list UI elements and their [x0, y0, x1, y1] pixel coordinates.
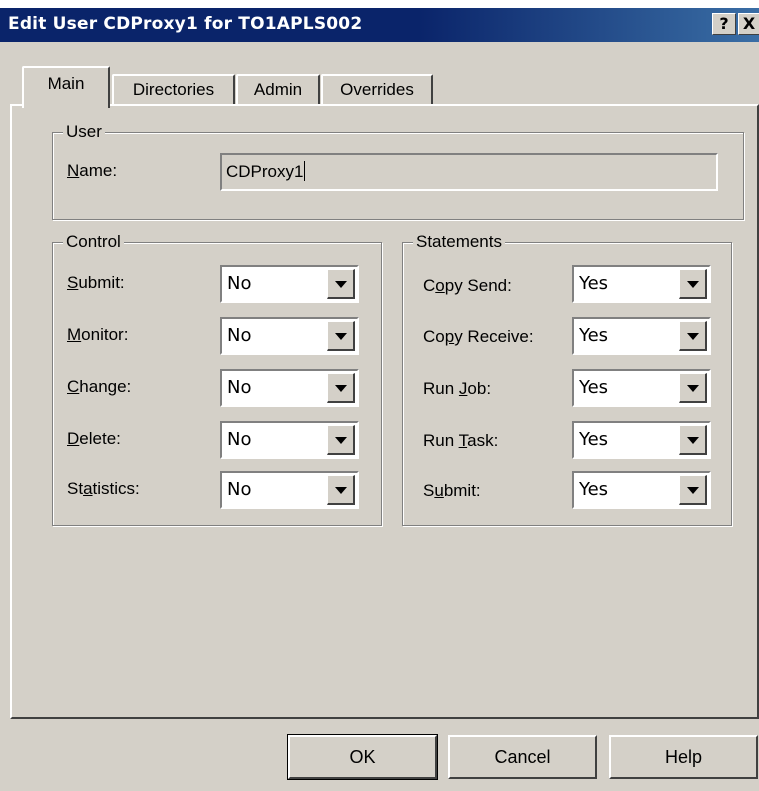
control-group-title: Control — [63, 231, 124, 253]
tab-directories-label: Directories — [132, 80, 215, 99]
statement-submit-select[interactable]: Yes — [572, 471, 711, 509]
tab-main-label: Main — [47, 74, 85, 93]
help-icon[interactable]: ? — [712, 13, 736, 35]
chevron-down-icon — [335, 437, 347, 444]
monitor-label: Monitor: — [67, 325, 129, 344]
copy-receive-select[interactable]: Yes — [572, 317, 711, 355]
statement-submit-select-value: Yes — [579, 479, 609, 500]
user-group: User Name: CDProxy1 — [52, 121, 744, 220]
tab-overrides-label: Overrides — [340, 80, 414, 99]
chevron-down-icon — [687, 333, 699, 340]
dropdown-button[interactable] — [327, 475, 355, 505]
chevron-down-icon — [335, 487, 347, 494]
change-select-value: No — [227, 377, 252, 398]
delete-select-value: No — [227, 429, 252, 450]
chevron-down-icon — [335, 333, 347, 340]
statistics-select-value: No — [227, 479, 252, 500]
help-button[interactable]: Help — [609, 735, 758, 779]
chevron-down-icon — [687, 281, 699, 288]
chevron-down-icon — [335, 281, 347, 288]
control-group: Control Submit: No Monitor: No Change: N… — [52, 231, 382, 526]
name-field[interactable]: CDProxy1 — [220, 153, 718, 191]
dropdown-button[interactable] — [679, 475, 707, 505]
copy-send-label: Copy Send: — [423, 276, 512, 295]
dropdown-button[interactable] — [327, 373, 355, 403]
delete-select[interactable]: No — [220, 421, 359, 459]
statistics-label: Statistics: — [67, 479, 140, 498]
name-label: Name: — [67, 161, 118, 180]
dropdown-button[interactable] — [679, 269, 707, 299]
tab-admin-label: Admin — [253, 80, 303, 99]
chevron-down-icon — [687, 487, 699, 494]
run-job-select-value: Yes — [579, 377, 609, 398]
tab-main[interactable]: Main — [22, 66, 110, 108]
chevron-down-icon — [687, 437, 699, 444]
text-caret — [304, 161, 306, 181]
run-job-label: Run Job: — [423, 379, 492, 398]
statement-submit-label: Submit: — [423, 481, 481, 500]
copy-send-select-value: Yes — [579, 273, 609, 294]
run-task-select[interactable]: Yes — [572, 421, 711, 459]
statements-group: Statements Copy Send: Yes Copy Receive: … — [402, 231, 732, 526]
tab-overrides[interactable]: Overrides — [321, 74, 433, 106]
submit-select[interactable]: No — [220, 265, 359, 303]
run-job-select[interactable]: Yes — [572, 369, 711, 407]
dropdown-button[interactable] — [327, 321, 355, 351]
dropdown-button[interactable] — [327, 269, 355, 299]
chevron-down-icon — [687, 385, 699, 392]
change-select[interactable]: No — [220, 369, 359, 407]
edit-user-dialog: Edit User CDProxy1 for TO1APLS002 ? X Ma… — [0, 8, 759, 791]
statements-group-title: Statements — [413, 231, 505, 253]
copy-receive-label: Copy Receive: — [423, 327, 534, 346]
copy-receive-select-value: Yes — [579, 325, 609, 346]
chevron-down-icon — [335, 385, 347, 392]
dropdown-button[interactable] — [679, 321, 707, 351]
window-title: Edit User CDProxy1 for TO1APLS002 — [8, 14, 363, 34]
title-bar[interactable]: Edit User CDProxy1 for TO1APLS002 ? X — [0, 8, 759, 42]
monitor-select-value: No — [227, 325, 252, 346]
cancel-button[interactable]: Cancel — [448, 735, 597, 779]
run-task-select-value: Yes — [579, 429, 609, 450]
close-icon[interactable]: X — [738, 13, 759, 35]
run-task-label: Run Task: — [423, 431, 499, 450]
change-label: Change: — [67, 377, 132, 396]
main-tab-panel: User Name: CDProxy1 Control Submit: No M… — [10, 104, 759, 719]
dropdown-button[interactable] — [679, 425, 707, 455]
copy-send-select[interactable]: Yes — [572, 265, 711, 303]
submit-label: Submit: — [67, 273, 125, 292]
ok-button[interactable]: OK — [287, 734, 438, 780]
submit-select-value: No — [227, 273, 252, 294]
user-group-title: User — [63, 121, 105, 143]
tab-directories[interactable]: Directories — [112, 74, 235, 106]
dropdown-button[interactable] — [327, 425, 355, 455]
monitor-select[interactable]: No — [220, 317, 359, 355]
dropdown-button[interactable] — [679, 373, 707, 403]
delete-label: Delete: — [67, 429, 121, 448]
tab-admin[interactable]: Admin — [236, 74, 320, 106]
statistics-select[interactable]: No — [220, 471, 359, 509]
name-value: CDProxy1 — [226, 162, 304, 181]
